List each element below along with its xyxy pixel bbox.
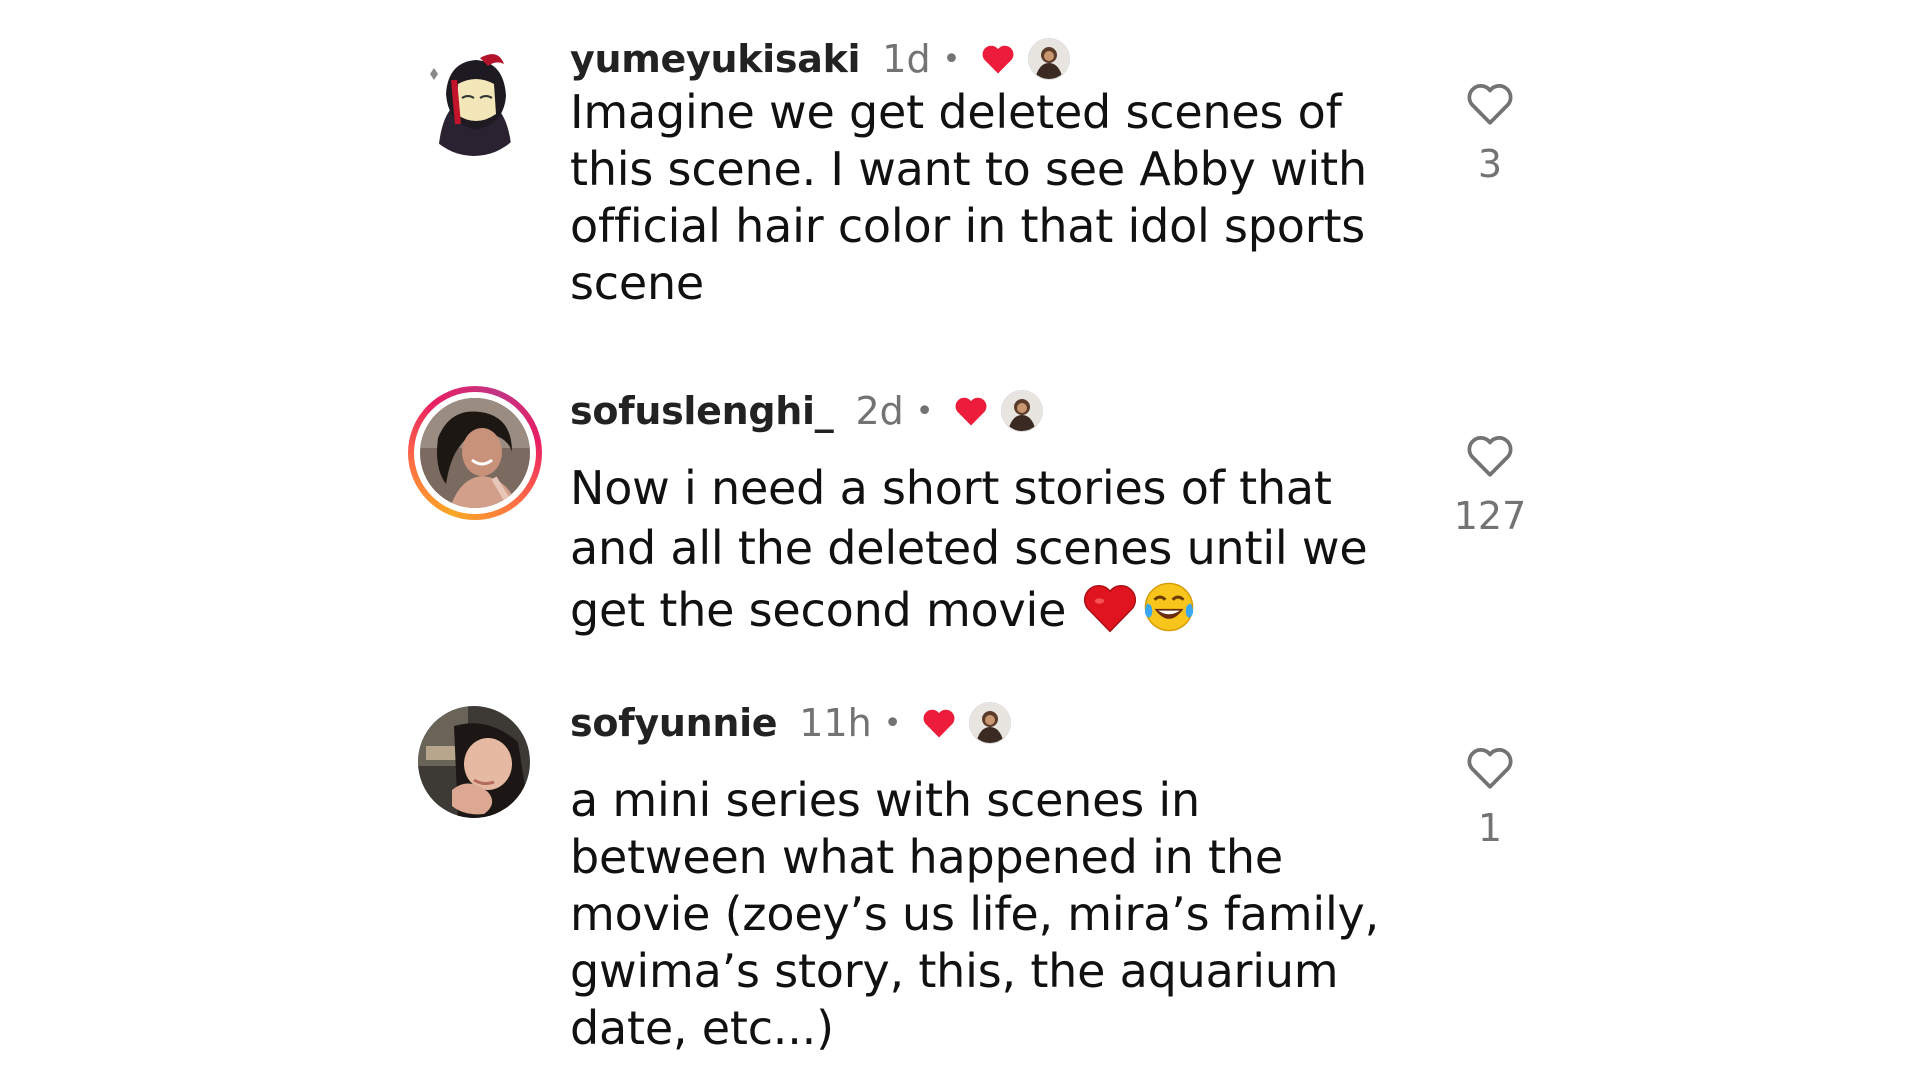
anime-girl-avatar-icon (418, 44, 530, 156)
creator-avatar (969, 702, 1012, 744)
story-ring-gap (414, 392, 536, 514)
comment-text-line: between what happened in the (570, 830, 1283, 884)
creator-photo-icon (1029, 39, 1070, 79)
red-heart-emoji-icon (1084, 585, 1137, 633)
like-count: 1 (1477, 806, 1503, 850)
creator-photo-icon (1002, 391, 1043, 431)
timestamp: 1d (882, 37, 931, 81)
like-count: 3 (1477, 142, 1503, 186)
heart-outline-icon[interactable] (1465, 744, 1515, 790)
creator-liked-heart-icon (982, 45, 1014, 74)
like-column: 127 (1440, 432, 1540, 538)
comment-text-line: Now i need a short stories of that (570, 461, 1332, 515)
timestamp: 2d (855, 389, 904, 433)
username[interactable]: yumeyukisaki (570, 37, 861, 81)
avatar-with-story-ring[interactable] (408, 386, 542, 520)
comment-text-line: gwima’s story, this, the aquarium (570, 944, 1339, 998)
separator-dot: • (915, 393, 934, 429)
avatar[interactable] (418, 706, 530, 818)
like-count: 127 (1453, 494, 1527, 538)
avatar (420, 398, 530, 508)
username[interactable]: sofuslenghi_ (570, 389, 834, 433)
comment-text-line: a mini series with scenes in (570, 773, 1200, 827)
comment-text-line: official hair color in that idol sports (570, 199, 1366, 253)
comment-header: sofyunnie 11h • (570, 698, 1012, 748)
comment-text-line: get the second movie (570, 578, 1430, 640)
creator-liked-heart-icon (923, 709, 955, 738)
comment-text-line: date, etc...) (570, 1001, 834, 1055)
creator-liked-heart-icon (956, 397, 987, 426)
comment-text: Imagine we get deleted scenes of this sc… (570, 84, 1430, 312)
timestamp: 11h (799, 701, 872, 745)
heart-outline-icon[interactable] (1465, 80, 1515, 126)
comment-header: yumeyukisaki 1d • (570, 34, 1071, 84)
comment-text-segment: get the second movie (570, 583, 1067, 637)
profile-photo-avatar-icon (420, 398, 530, 508)
comment-text-line: and all the deleted scenes until we (570, 521, 1368, 575)
comment-text-line: movie (zoey’s us life, mira’s family, (570, 887, 1379, 941)
avatar[interactable] (418, 44, 530, 156)
comment-text: a mini series with scenes in between wha… (570, 772, 1430, 1057)
like-column: 3 (1440, 80, 1540, 186)
comment-text: Now i need a short stories of that and a… (570, 458, 1430, 640)
comments-thread: yumeyukisaki 1d • Imagine we get deleted… (0, 0, 1920, 1080)
creator-photo-icon (970, 703, 1011, 743)
creator-avatar (1001, 390, 1044, 432)
comment-text-line: Imagine we get deleted scenes of (570, 85, 1342, 139)
separator-dot: • (883, 705, 902, 741)
username[interactable]: sofyunnie (570, 701, 778, 745)
comment-header: sofuslenghi_ 2d • (570, 386, 1044, 436)
comment-text-line: this scene. I want to see Abby with (570, 142, 1367, 196)
separator-dot: • (942, 41, 961, 77)
tears-of-joy-emoji-icon (1144, 582, 1194, 632)
comment-text-line: scene (570, 256, 705, 310)
heart-outline-icon[interactable] (1465, 432, 1515, 478)
creator-avatar (1028, 38, 1071, 80)
like-column: 1 (1440, 744, 1540, 850)
profile-photo-avatar-icon (418, 706, 530, 818)
